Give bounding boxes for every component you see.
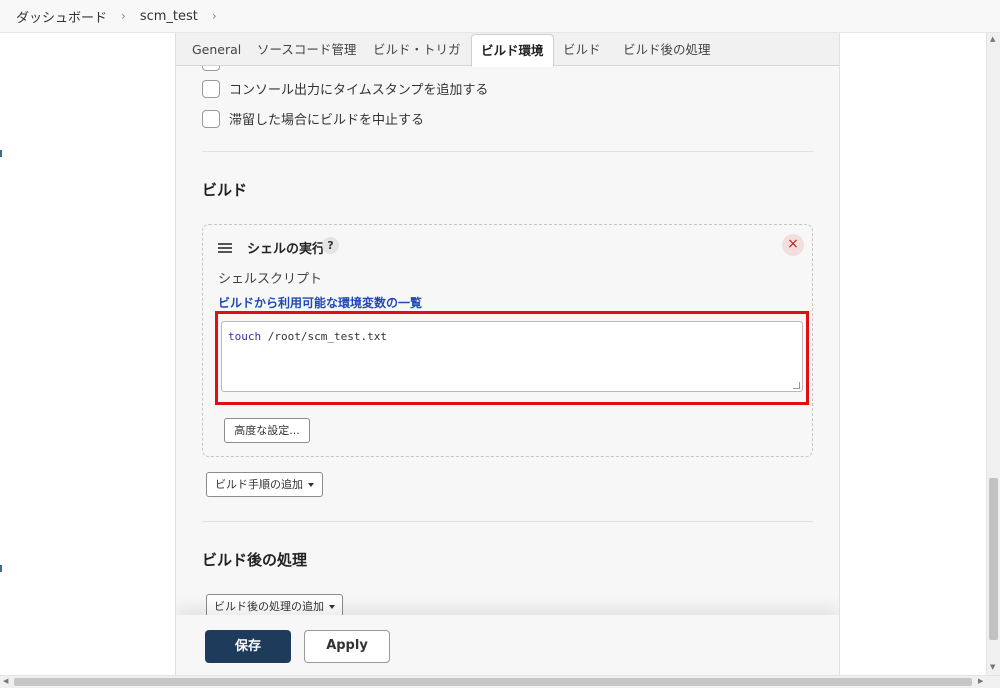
script-text: /root/scm_test.txt: [261, 330, 387, 343]
horizontal-scrollbar[interactable]: ◀ ▶: [0, 675, 1000, 688]
add-build-step-label: ビルド手順の追加: [215, 478, 303, 491]
help-icon[interactable]: ?: [322, 237, 339, 254]
checkbox-partial[interactable]: [202, 66, 220, 71]
section-tabs: General ソースコード管理 ビルド・トリガ ビルド環境 ビルド ビルド後の…: [176, 33, 839, 67]
option-timestamps[interactable]: コンソール出力にタイムスタンプを追加する: [202, 79, 488, 98]
advanced-button[interactable]: 高度な設定...: [224, 418, 310, 443]
tab-scm[interactable]: ソースコード管理: [257, 33, 356, 66]
breadcrumb: ダッシュボード › scm_test ›: [0, 0, 1000, 33]
breadcrumb-dashboard[interactable]: ダッシュボード: [16, 7, 107, 26]
caret-down-icon: [329, 605, 335, 609]
script-keyword: touch: [228, 330, 262, 343]
apply-button[interactable]: Apply: [304, 630, 390, 663]
section-divider: [202, 521, 813, 522]
vertical-scroll-thumb[interactable]: [989, 478, 998, 640]
save-button[interactable]: 保存: [205, 630, 291, 663]
caret-down-icon: [308, 483, 314, 487]
shell-step-card: シェルの実行 ? × シェルスクリプト ビルドから利用可能な環境変数の一覧 to…: [202, 224, 813, 457]
env-vars-link[interactable]: ビルドから利用可能な環境変数の一覧: [218, 294, 422, 311]
drag-handle-icon[interactable]: [218, 243, 232, 255]
scroll-up-icon[interactable]: ▲: [990, 36, 995, 43]
timestamps-checkbox[interactable]: [202, 79, 220, 98]
scroll-right-icon[interactable]: ▶: [978, 678, 983, 685]
shell-script-label: シェルスクリプト: [218, 272, 323, 287]
breadcrumb-separator-icon: ›: [211, 9, 217, 23]
abort-stuck-checkbox[interactable]: [202, 109, 220, 128]
post-build-section-title: ビルド後の処理: [202, 551, 308, 569]
tab-build-triggers[interactable]: ビルド・トリガ: [373, 33, 461, 66]
horizontal-scroll-thumb[interactable]: [14, 678, 972, 686]
scroll-left-icon[interactable]: ◀: [3, 678, 8, 685]
left-edge-marker: [0, 150, 2, 157]
config-panel: General ソースコード管理 ビルド・トリガ ビルド環境 ビルド ビルド後の…: [175, 33, 840, 688]
breadcrumb-separator-icon: ›: [121, 9, 126, 23]
tab-build-environment[interactable]: ビルド環境: [471, 34, 554, 67]
shell-script-textarea[interactable]: touch /root/scm_test.txt: [221, 321, 803, 392]
add-post-build-label: ビルド後の処理の追加: [214, 600, 324, 613]
vertical-scrollbar[interactable]: ▲ ▼: [986, 33, 1000, 675]
step-title: シェルの実行: [247, 242, 326, 257]
left-edge-marker: [0, 565, 2, 572]
add-build-step-button[interactable]: ビルド手順の追加: [206, 472, 323, 497]
abort-stuck-label: 滞留した場合にビルドを中止する: [229, 113, 425, 128]
tab-build[interactable]: ビルド: [563, 33, 601, 66]
timestamps-label: コンソール出力にタイムスタンプを追加する: [229, 83, 489, 98]
breadcrumb-job[interactable]: scm_test: [140, 9, 198, 24]
section-divider: [202, 151, 813, 152]
highlight-frame: touch /root/scm_test.txt: [215, 311, 809, 405]
tab-post-build[interactable]: ビルド後の処理: [623, 33, 711, 66]
build-section-title: ビルド: [202, 181, 248, 199]
option-abort-stuck[interactable]: 滞留した場合にビルドを中止する: [202, 109, 424, 128]
scroll-down-icon[interactable]: ▼: [990, 664, 995, 671]
resize-handle-icon[interactable]: [793, 382, 800, 389]
tab-general[interactable]: General: [192, 33, 241, 66]
delete-step-button[interactable]: ×: [782, 234, 804, 256]
